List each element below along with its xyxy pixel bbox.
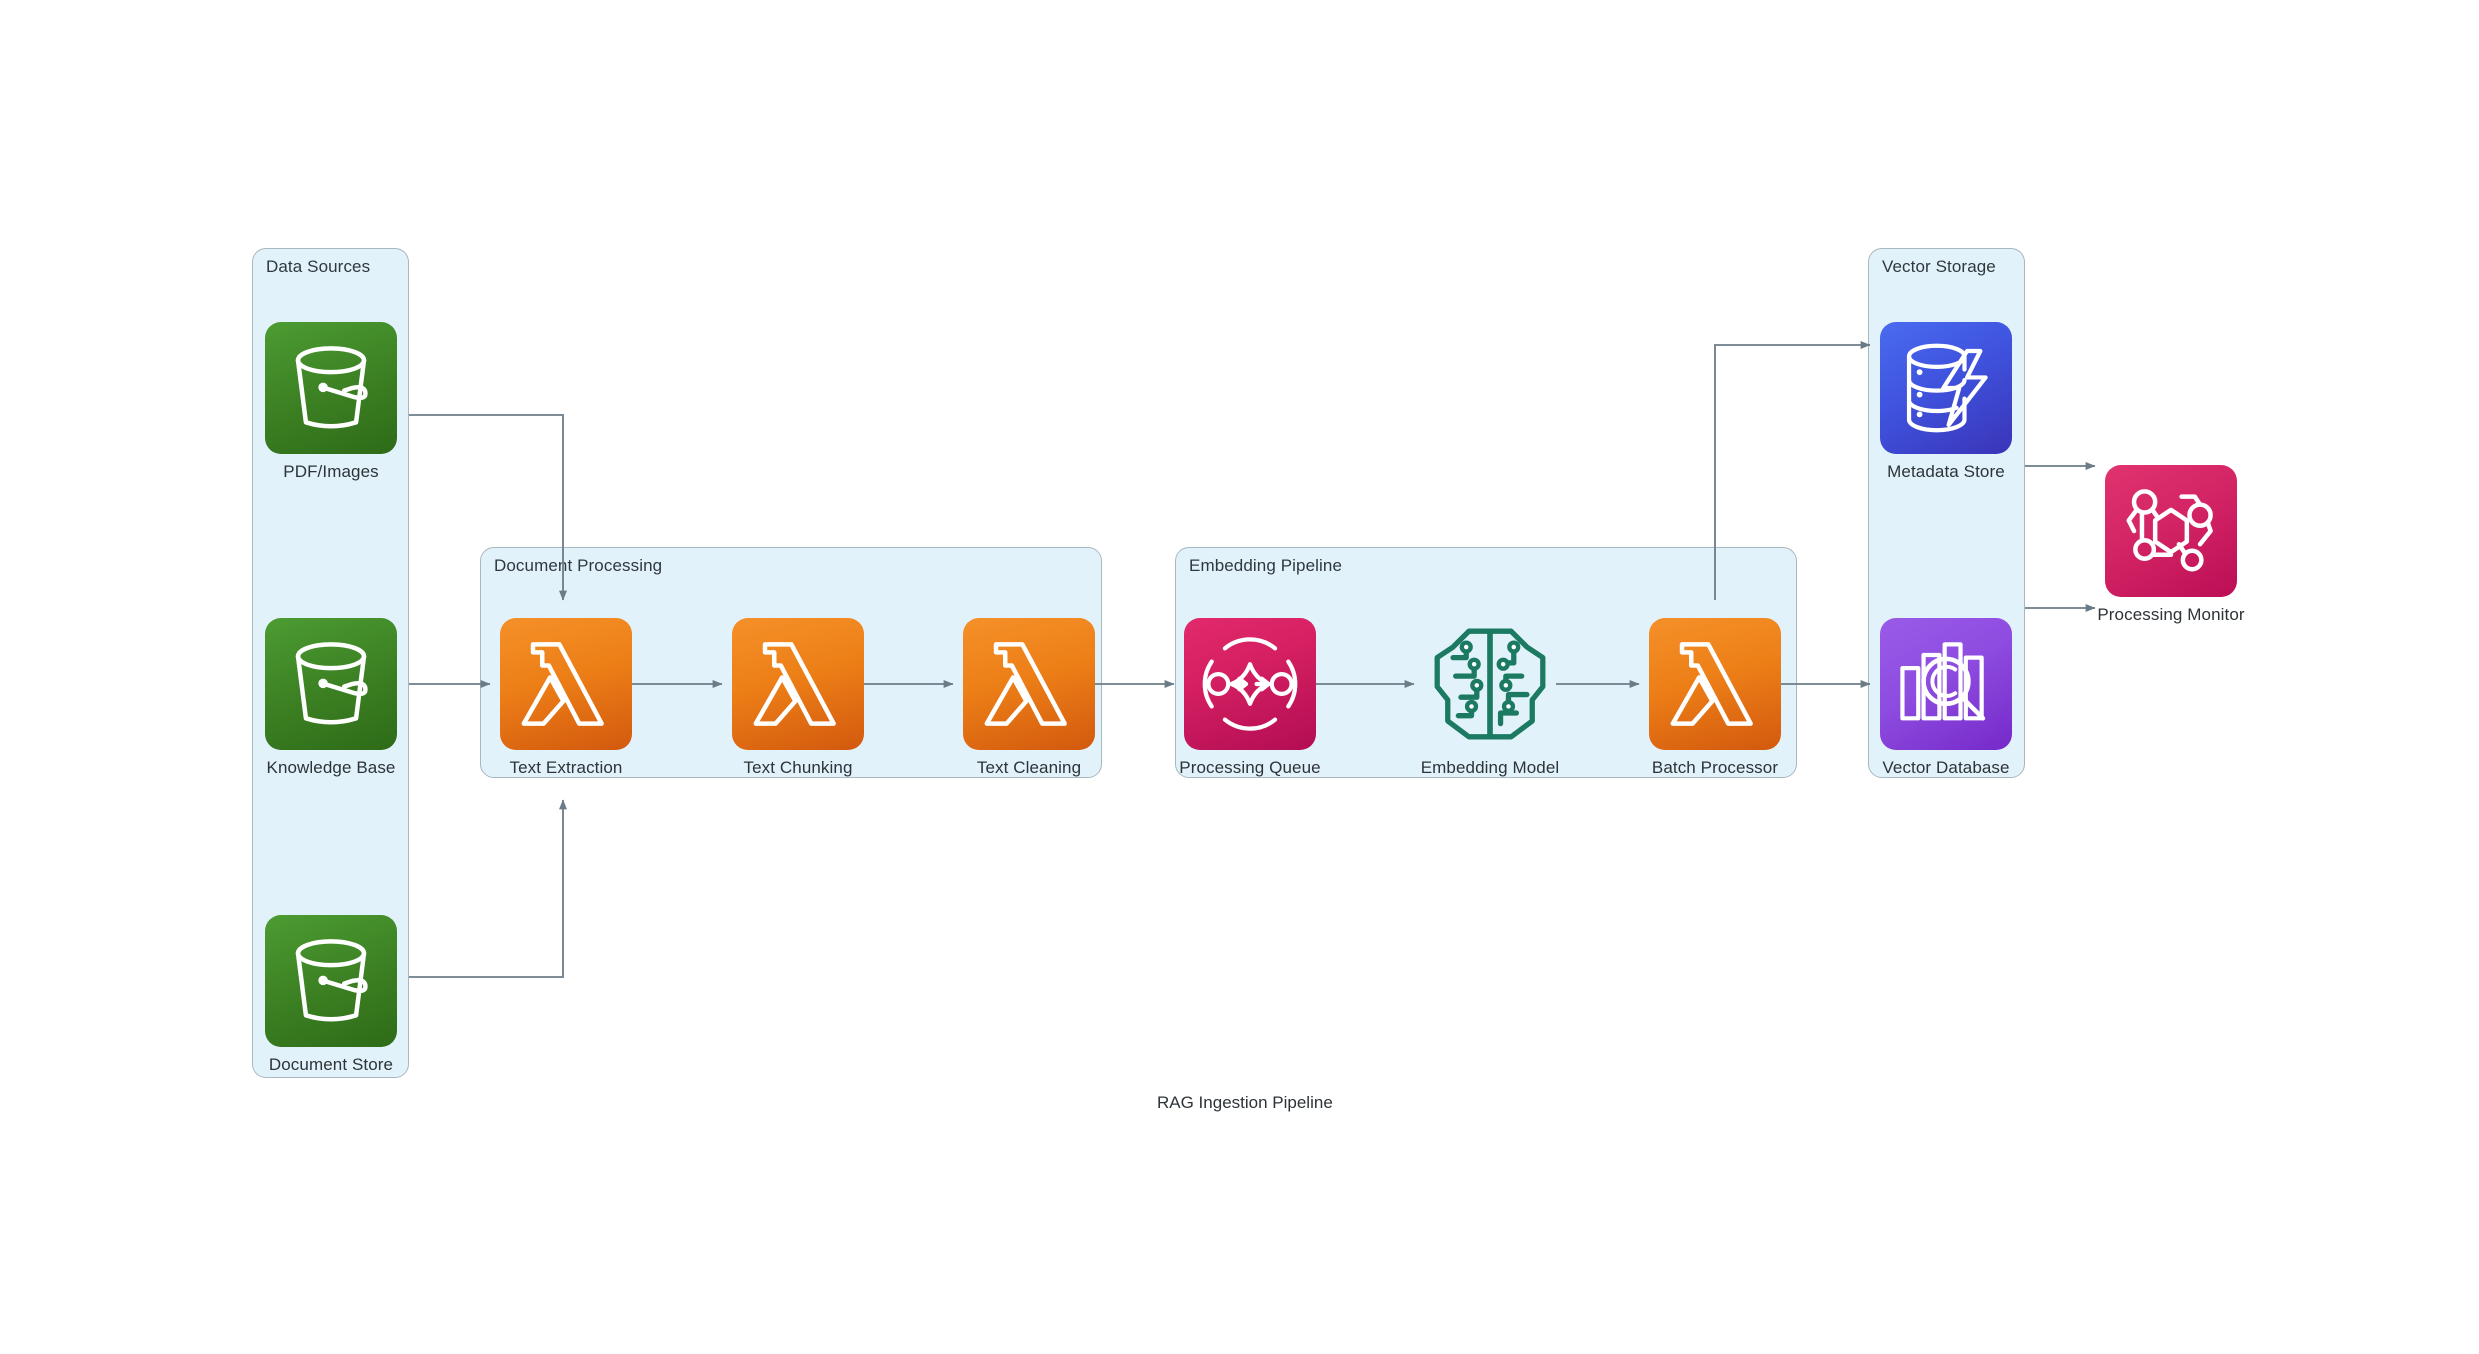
s3-bucket-glyph — [295, 346, 368, 429]
edge-docstore-to-extract — [409, 799, 567, 978]
group-label-data-sources: Data Sources — [266, 257, 371, 276]
cloudwatch-glyph — [2126, 489, 2213, 572]
diagram-title: RAG Ingestion Pipeline — [1157, 1093, 1333, 1112]
node-label-metadata-store: Metadata Store — [1887, 462, 2005, 481]
lambda-icon — [1649, 618, 1781, 750]
lambda-glyph — [753, 642, 836, 726]
sqs-queue-icon — [1184, 618, 1316, 750]
group-label-embedding-pipeline: Embedding Pipeline — [1189, 556, 1343, 575]
opensearch-glyph — [1900, 642, 1986, 721]
s3-bucket-icon — [265, 915, 397, 1047]
cloudwatch-icon — [2105, 465, 2237, 597]
diagram-canvas: Data Sources Document Processing Embeddi… — [0, 0, 2479, 1354]
brain-circuit-icon — [1424, 618, 1556, 750]
node-label-text-cleaning: Text Cleaning — [976, 758, 1082, 777]
node-text-chunking[interactable]: Text Chunking — [732, 618, 864, 778]
group-label-vector-storage: Vector Storage — [1882, 257, 1996, 276]
node-label-document-store: Document Store — [268, 1055, 394, 1074]
s3-bucket-glyph — [295, 642, 368, 725]
s3-bucket-glyph — [295, 939, 368, 1022]
node-processing-monitor[interactable]: Processing Monitor — [2097, 465, 2245, 625]
sqs-queue-glyph — [1202, 637, 1298, 731]
lambda-glyph — [1670, 642, 1753, 726]
lambda-icon — [963, 618, 1095, 750]
node-knowledge-base[interactable]: Knowledge Base — [265, 618, 397, 778]
node-processing-queue[interactable]: Processing Queue — [1179, 618, 1321, 778]
s3-bucket-icon — [265, 618, 397, 750]
brain-circuit-glyph — [1434, 628, 1546, 740]
node-text-extraction[interactable]: Text Extraction — [500, 618, 632, 778]
opensearch-icon — [1880, 618, 2012, 750]
node-embedding-model[interactable]: Embedding Model — [1421, 618, 1559, 778]
node-batch-processor[interactable]: Batch Processor — [1649, 618, 1781, 778]
lambda-icon — [732, 618, 864, 750]
node-label-knowledge-base: Knowledge Base — [266, 758, 396, 777]
node-label-text-chunking: Text Chunking — [743, 758, 853, 777]
s3-bucket-icon — [265, 322, 397, 454]
node-label-vector-database: Vector Database — [1882, 758, 2010, 777]
node-label-processing-monitor: Processing Monitor — [2097, 605, 2245, 624]
dynamodb-glyph — [1906, 343, 1988, 433]
node-label-text-extraction: Text Extraction — [509, 758, 623, 777]
node-label-pdf-images: PDF/Images — [283, 462, 379, 481]
lambda-icon — [500, 618, 632, 750]
node-metadata-store[interactable]: Metadata Store — [1880, 322, 2012, 482]
dynamodb-icon — [1880, 322, 2012, 454]
node-text-cleaning[interactable]: Text Cleaning — [963, 618, 1095, 778]
node-vector-database[interactable]: Vector Database — [1880, 618, 2012, 778]
node-label-processing-queue: Processing Queue — [1179, 758, 1321, 777]
node-label-batch-processor: Batch Processor — [1651, 758, 1779, 777]
lambda-glyph — [521, 642, 604, 726]
node-label-embedding-model: Embedding Model — [1420, 758, 1560, 777]
node-pdf-images[interactable]: PDF/Images — [265, 322, 397, 482]
node-document-store[interactable]: Document Store — [265, 915, 397, 1075]
group-label-document-processing: Document Processing — [494, 556, 663, 575]
lambda-glyph — [984, 642, 1067, 726]
